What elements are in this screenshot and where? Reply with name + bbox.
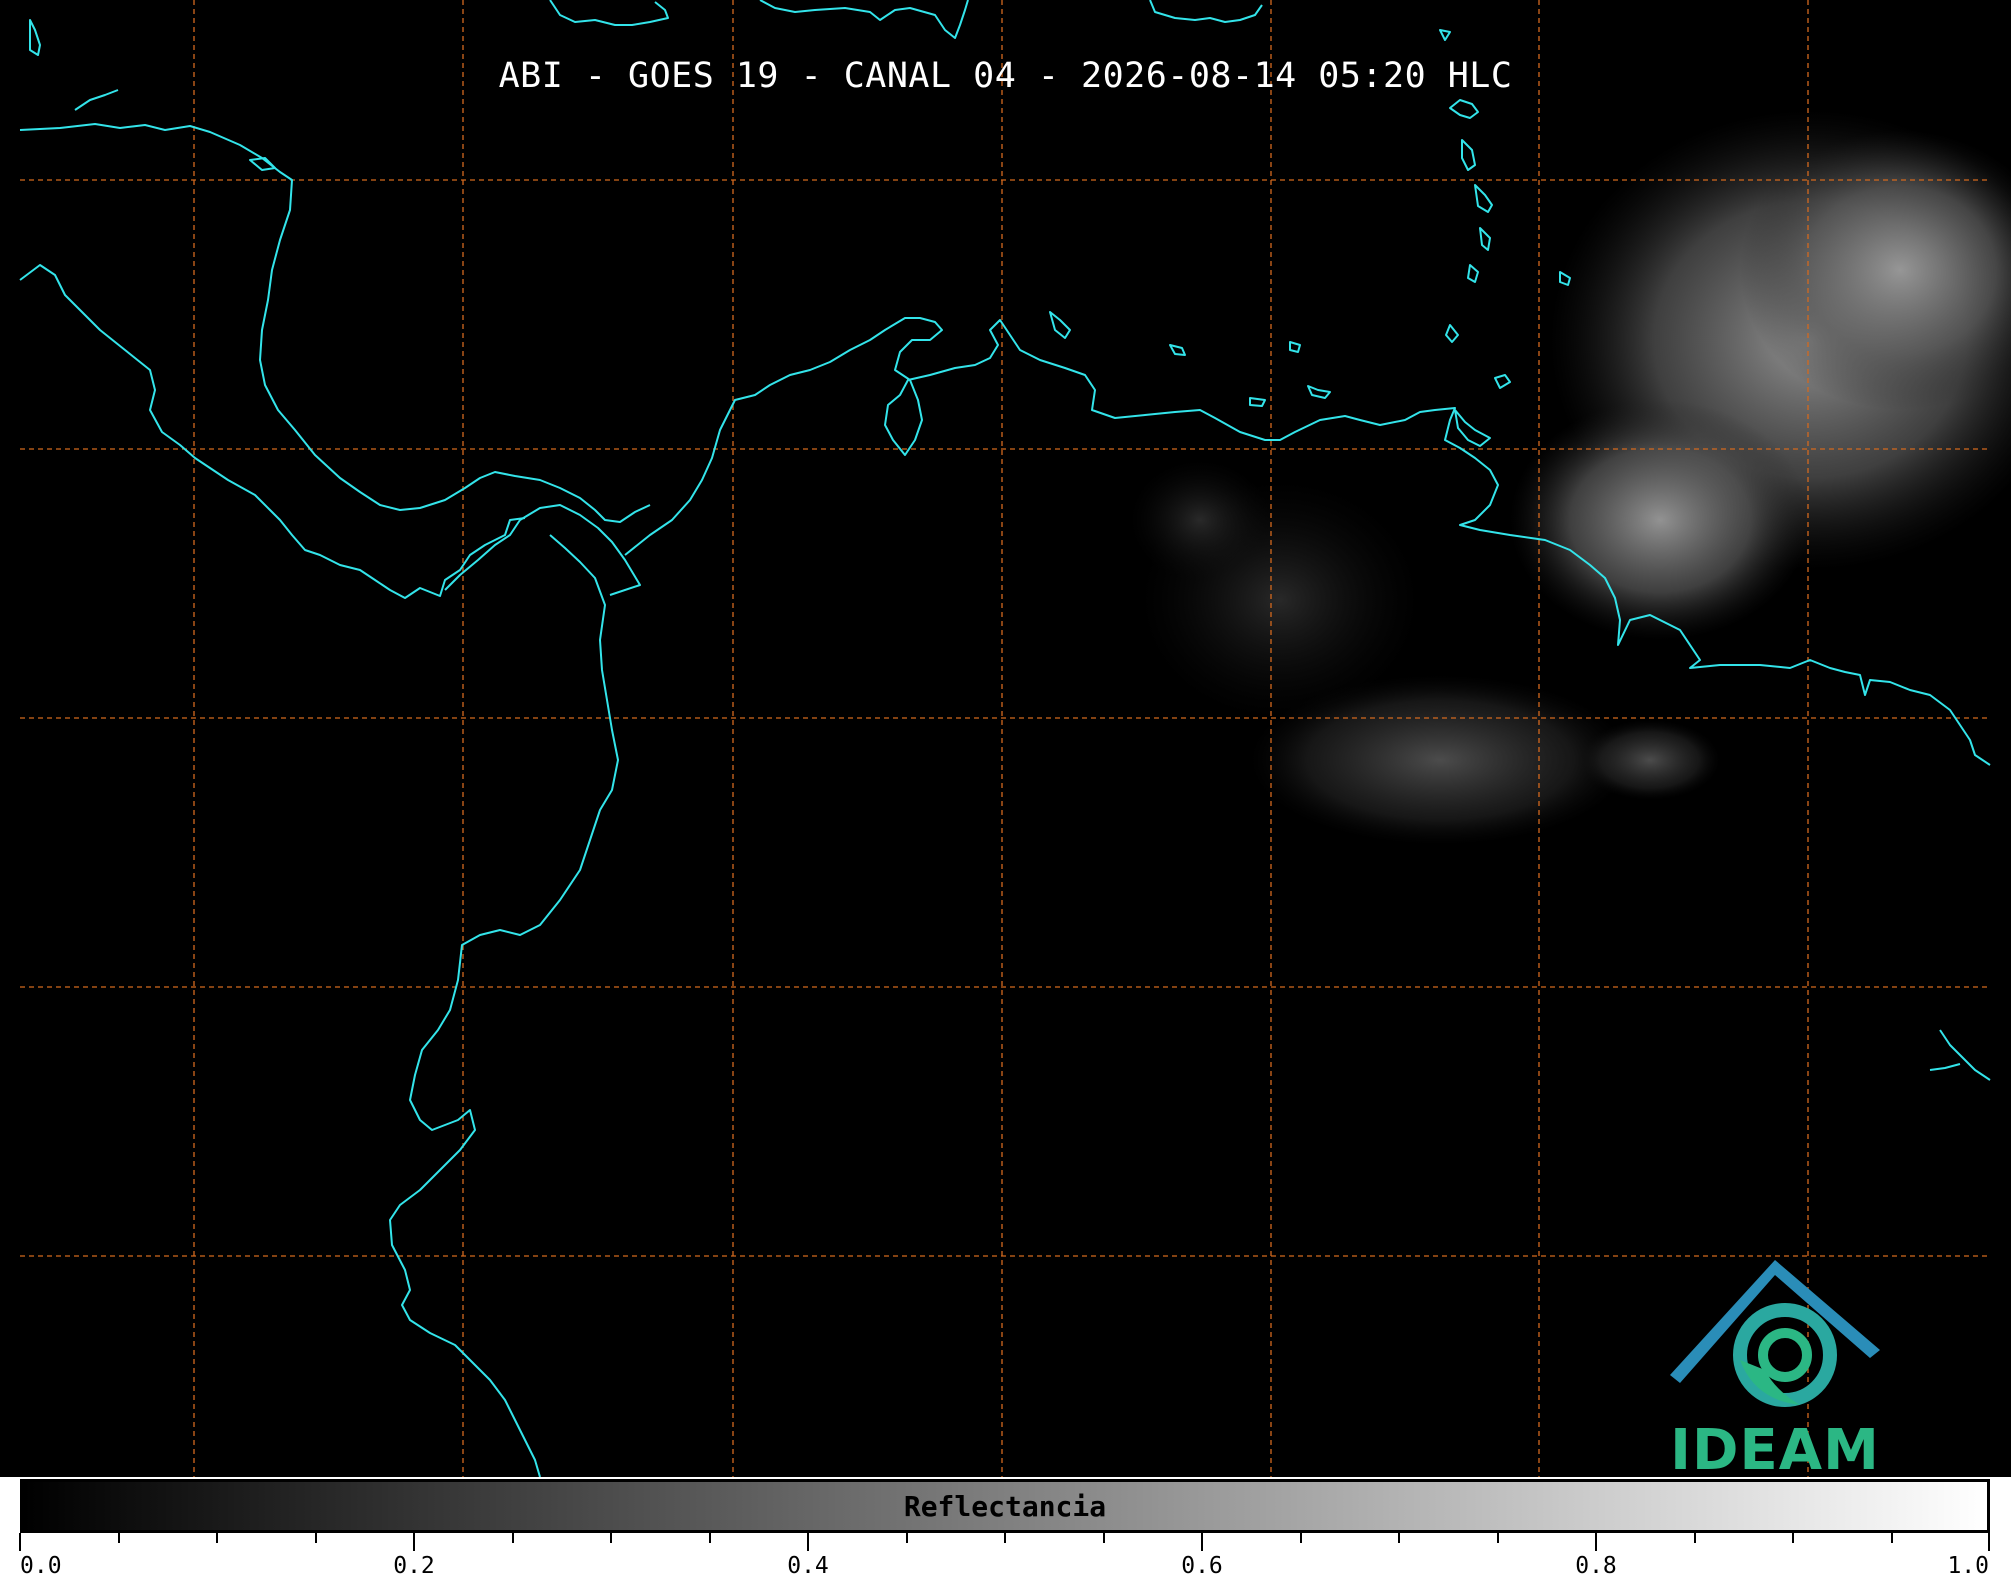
ideam-logo-text: IDEAM (1670, 1418, 1880, 1477)
colorbar: Reflectancia (20, 1479, 1990, 1533)
colorbar-tick-label: 0.0 (20, 1553, 62, 1579)
colorbar-ticks (19, 1533, 1990, 1551)
colorbar-tick-label: 0.4 (787, 1553, 829, 1579)
colorbar-tick-label: 0.2 (393, 1553, 435, 1579)
colorbar-label: Reflectancia (903, 1489, 1107, 1523)
ideam-logo: IDEAM (1660, 1250, 1890, 1477)
cloud-cover (1130, 110, 2011, 845)
colorbar-tick-label: 1.0 (1947, 1553, 1989, 1579)
colorbar-tick-label: 0.6 (1181, 1553, 1223, 1579)
satellite-image: ABI - GOES 19 - CANAL 04 - 2026-08-14 05… (0, 0, 2011, 1477)
colorbar-tick-label: 0.8 (1575, 1553, 1617, 1579)
map-title: ABI - GOES 19 - CANAL 04 - 2026-08-14 05… (498, 56, 1513, 96)
ideam-logo-icon (1670, 1260, 1880, 1407)
